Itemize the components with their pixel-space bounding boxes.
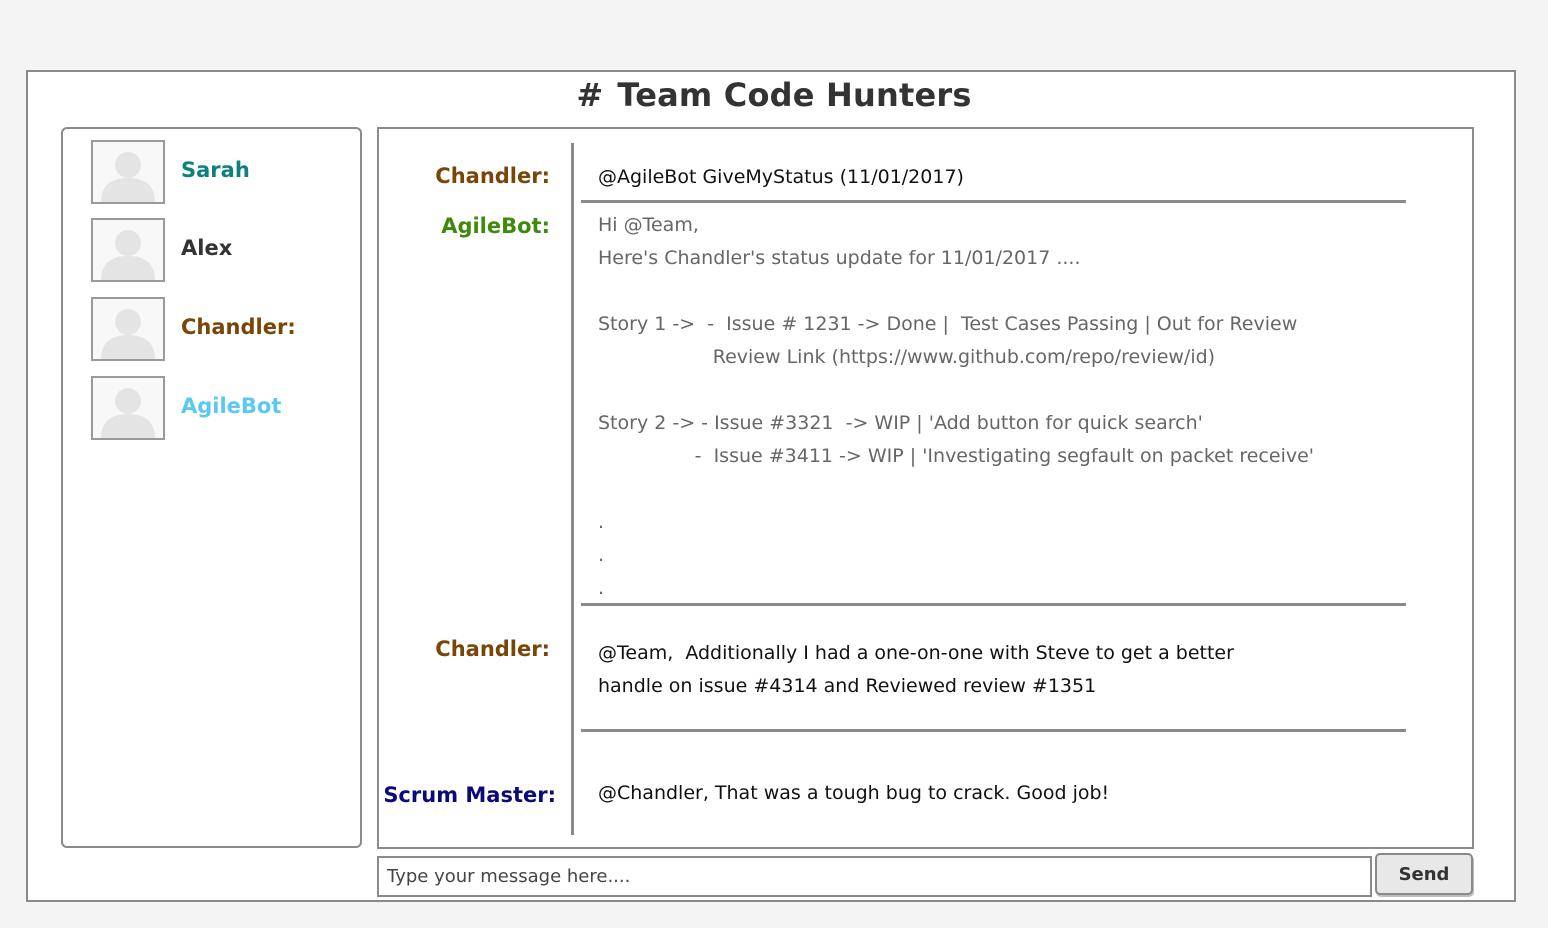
channel-title: # Team Code Hunters <box>0 76 1548 114</box>
message-line: Story 1 -> - Issue # 1231 -> Done | Test… <box>598 313 1298 335</box>
message-line: Here's Chandler's status update for 11/0… <box>598 247 1081 269</box>
message-line: . <box>598 511 605 533</box>
message-sender: Chandler: <box>435 164 550 188</box>
user-list-item-chandler[interactable]: Chandler: <box>91 297 351 361</box>
message-line <box>598 374 1314 407</box>
avatar-icon <box>91 218 165 282</box>
message-line: handle on issue #4314 and Reviewed revie… <box>598 675 1097 697</box>
message-line: Hi @Team, <box>598 214 699 236</box>
message-line: @AgileBot GiveMyStatus (11/01/2017) <box>598 166 964 188</box>
message-line: @Chandler, That was a tough bug to crack… <box>598 782 1110 804</box>
divider <box>571 143 574 835</box>
user-name: AgileBot <box>181 394 282 418</box>
user-list-item-sarah[interactable]: Sarah <box>91 140 351 204</box>
avatar-icon <box>91 376 165 440</box>
user-name: Alex <box>181 236 233 260</box>
message-line: Story 2 -> - Issue #3321 -> WIP | 'Add b… <box>598 412 1203 434</box>
user-name: Chandler: <box>181 315 296 339</box>
message-input[interactable] <box>379 858 1370 895</box>
channel-name: Team Code Hunters <box>617 76 972 114</box>
message-divider <box>581 729 1406 732</box>
user-list: Sarah Alex Chandler: AgileBot <box>61 127 362 848</box>
message-line: Review Link (https://www.github.com/repo… <box>598 346 1216 368</box>
avatar-icon <box>91 297 165 361</box>
message-text: @Team, Additionally I had a one-on-one w… <box>598 637 1234 703</box>
message-line: - Issue #3411 -> WIP | 'Investigating se… <box>598 445 1315 467</box>
message-input-container <box>377 856 1372 897</box>
avatar-icon <box>91 140 165 204</box>
message-panel: Chandler: @AgileBot GiveMyStatus (11/01/… <box>377 127 1474 849</box>
message-sender: Scrum Master: <box>383 783 556 807</box>
user-list-item-alex[interactable]: Alex <box>91 218 351 282</box>
user-list-item-agilebot[interactable]: AgileBot <box>91 376 351 440</box>
message-line: . <box>598 577 605 599</box>
message-line <box>598 275 1314 308</box>
message-sender: Chandler: <box>435 637 550 661</box>
user-name: Sarah <box>181 158 250 182</box>
message-line <box>598 473 1314 506</box>
message-divider <box>581 200 1406 203</box>
message-text: Hi @Team, Here's Chandler's status update… <box>598 209 1314 605</box>
message-text: @AgileBot GiveMyStatus (11/01/2017) <box>598 161 964 194</box>
message-line: . <box>598 544 605 566</box>
message-sender: AgileBot: <box>441 214 550 238</box>
channel-hash-icon: # <box>576 76 604 114</box>
message-text: @Chandler, That was a tough bug to crack… <box>598 777 1109 810</box>
send-button[interactable]: Send <box>1375 853 1473 895</box>
message-divider <box>581 603 1406 606</box>
message-line: @Team, Additionally I had a one-on-one w… <box>598 642 1234 664</box>
